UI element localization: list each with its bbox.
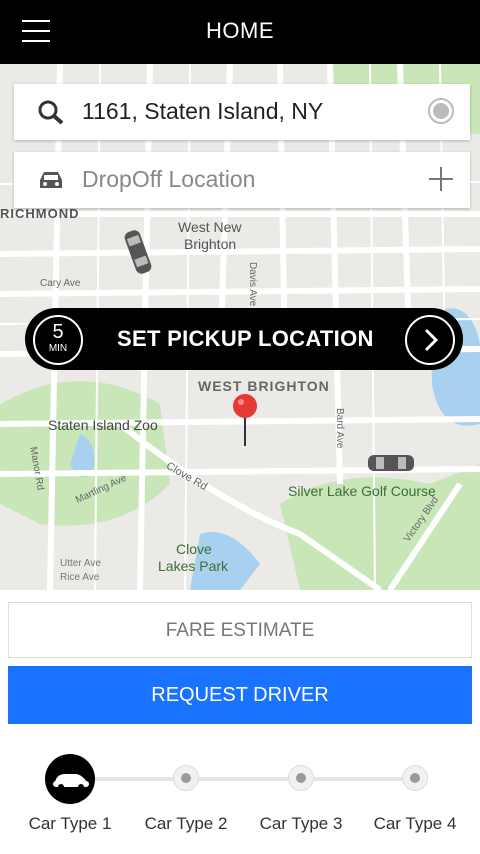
car-type-option-2[interactable]: Car Type 2	[131, 752, 241, 842]
map-label: RICHMOND	[0, 206, 80, 221]
pickup-address-input[interactable]: 1161, Staten Island, NY	[82, 98, 323, 125]
car-type-option-3[interactable]: Car Type 3	[246, 752, 356, 842]
driver-car-icon	[368, 455, 414, 471]
dropoff-location-input[interactable]: DropOff Location	[82, 166, 255, 193]
radio-dot-icon	[173, 765, 199, 791]
map-label: Davis Ave	[247, 262, 258, 307]
pickup-field[interactable]: 1161, Staten Island, NY	[14, 84, 470, 140]
map-label: Silver Lake Golf Course	[288, 483, 436, 499]
car-icon	[45, 754, 95, 804]
radio-dot-icon	[402, 765, 428, 791]
app-header: HOME	[0, 0, 480, 64]
map-label: Staten Island Zoo	[48, 417, 158, 433]
map-label: Cary Ave	[40, 278, 81, 289]
car-type-option-1[interactable]: Car Type 1	[15, 752, 125, 842]
map-label: West New	[178, 219, 242, 235]
map-label: Brighton	[184, 236, 237, 252]
map-label: Bard Ave	[334, 408, 345, 449]
car-type-label: Car Type 3	[259, 814, 343, 833]
search-icon	[38, 100, 64, 125]
car-type-label: Car Type 1	[28, 814, 112, 833]
map-label: Clove	[176, 541, 212, 557]
dropoff-field[interactable]: DropOff Location	[14, 152, 470, 208]
car-icon	[40, 172, 62, 188]
map-label: Lakes Park	[158, 558, 229, 574]
request-driver-button[interactable]: REQUEST DRIVER	[8, 666, 472, 724]
plus-icon[interactable]	[426, 164, 456, 194]
chevron-right-icon[interactable]	[405, 315, 455, 365]
set-pickup-label: SET PICKUP LOCATION	[117, 326, 374, 351]
map-label: WEST BRIGHTON	[198, 378, 330, 394]
map-pin-icon	[233, 394, 257, 446]
car-type-option-4[interactable]: Car Type 4	[360, 752, 470, 842]
car-type-label: Car Type 2	[144, 814, 228, 833]
eta-unit: MIN	[48, 343, 68, 354]
fare-estimate-button[interactable]: FARE ESTIMATE	[8, 602, 472, 658]
eta-value: 5	[52, 321, 64, 343]
page-title: HOME	[206, 18, 274, 43]
radio-dot-icon	[288, 765, 314, 791]
car-type-label: Car Type 4	[373, 814, 457, 833]
map-label: Rice Ave	[60, 572, 100, 583]
eta-badge: 5 MIN	[33, 315, 83, 365]
driver-car-icon	[124, 230, 152, 274]
set-pickup-location-button[interactable]: 5 MIN SET PICKUP LOCATION	[25, 308, 463, 370]
map-label: Utter Ave	[60, 558, 101, 569]
location-target-icon[interactable]	[426, 96, 456, 126]
